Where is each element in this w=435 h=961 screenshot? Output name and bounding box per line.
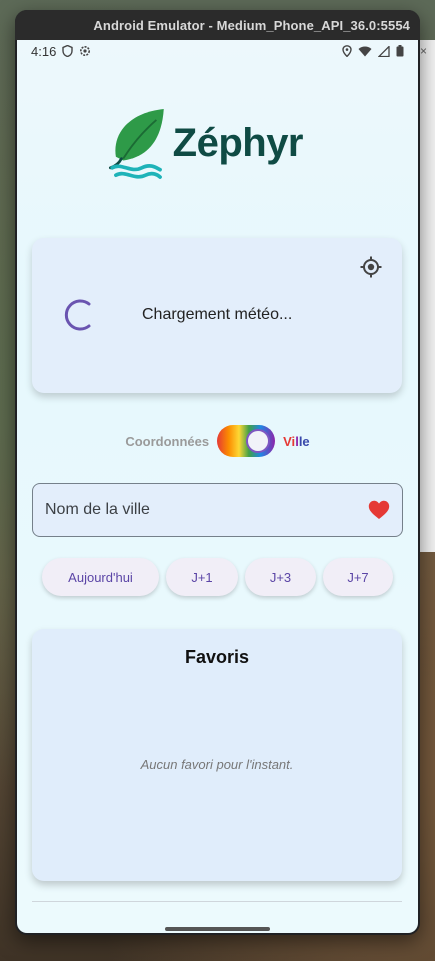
status-bar: 4:16 <box>17 40 418 62</box>
mode-switch[interactable] <box>217 425 276 457</box>
chip-today[interactable]: Aujourd'hui <box>42 558 159 596</box>
city-label: Ville <box>283 433 310 449</box>
city-input[interactable] <box>45 501 368 519</box>
weather-card: Chargement météo... <box>32 238 402 393</box>
app-logo: Zéphyr <box>103 98 304 188</box>
loading-spinner-icon <box>64 299 91 331</box>
chip-day-1[interactable]: J+1 <box>166 558 238 596</box>
favorites-title: Favoris <box>184 647 250 667</box>
battery-icon <box>396 45 404 57</box>
city-search-field[interactable] <box>32 483 403 537</box>
my-location-icon[interactable] <box>360 256 382 278</box>
signal-icon <box>378 45 390 57</box>
favorite-heart-icon[interactable] <box>368 500 390 520</box>
coordinates-label: Coordonnées <box>125 433 210 449</box>
window-title: Android Emulator - Medium_Phone_API_36.0… <box>93 17 410 33</box>
app-name: Zéphyr <box>172 120 304 165</box>
settings-icon <box>80 46 91 56</box>
location-pin-icon <box>342 45 352 57</box>
favorites-empty-text: Aucun favori pour l'instant. <box>140 757 294 772</box>
search-mode-toggle: Coordonnées Ville <box>17 424 418 458</box>
day-selector: Aujourd'hui J+1 J+3 J+7 <box>42 558 402 598</box>
phone-screen: 4:16 Zéphyr Chargement météo... Coordonn… <box>17 40 418 933</box>
status-time: 4:16 <box>31 43 57 59</box>
favorites-card: Favoris Aucun favori pour l'instant. <box>32 629 402 881</box>
chip-day-3[interactable]: J+3 <box>245 558 316 596</box>
weather-loading-text: Chargement météo... <box>142 306 293 323</box>
window-titlebar[interactable]: Android Emulator - Medium_Phone_API_36.0… <box>15 10 420 40</box>
switch-knob <box>246 429 271 453</box>
bottom-divider <box>32 901 402 902</box>
emulator-window: Android Emulator - Medium_Phone_API_36.0… <box>15 10 420 935</box>
leaf-wave-logo-icon <box>108 108 164 179</box>
wifi-icon <box>358 46 372 56</box>
chip-day-7[interactable]: J+7 <box>323 558 393 596</box>
shield-icon <box>62 45 74 57</box>
gesture-nav-handle[interactable] <box>165 927 270 931</box>
close-icon[interactable]: × <box>420 44 427 58</box>
